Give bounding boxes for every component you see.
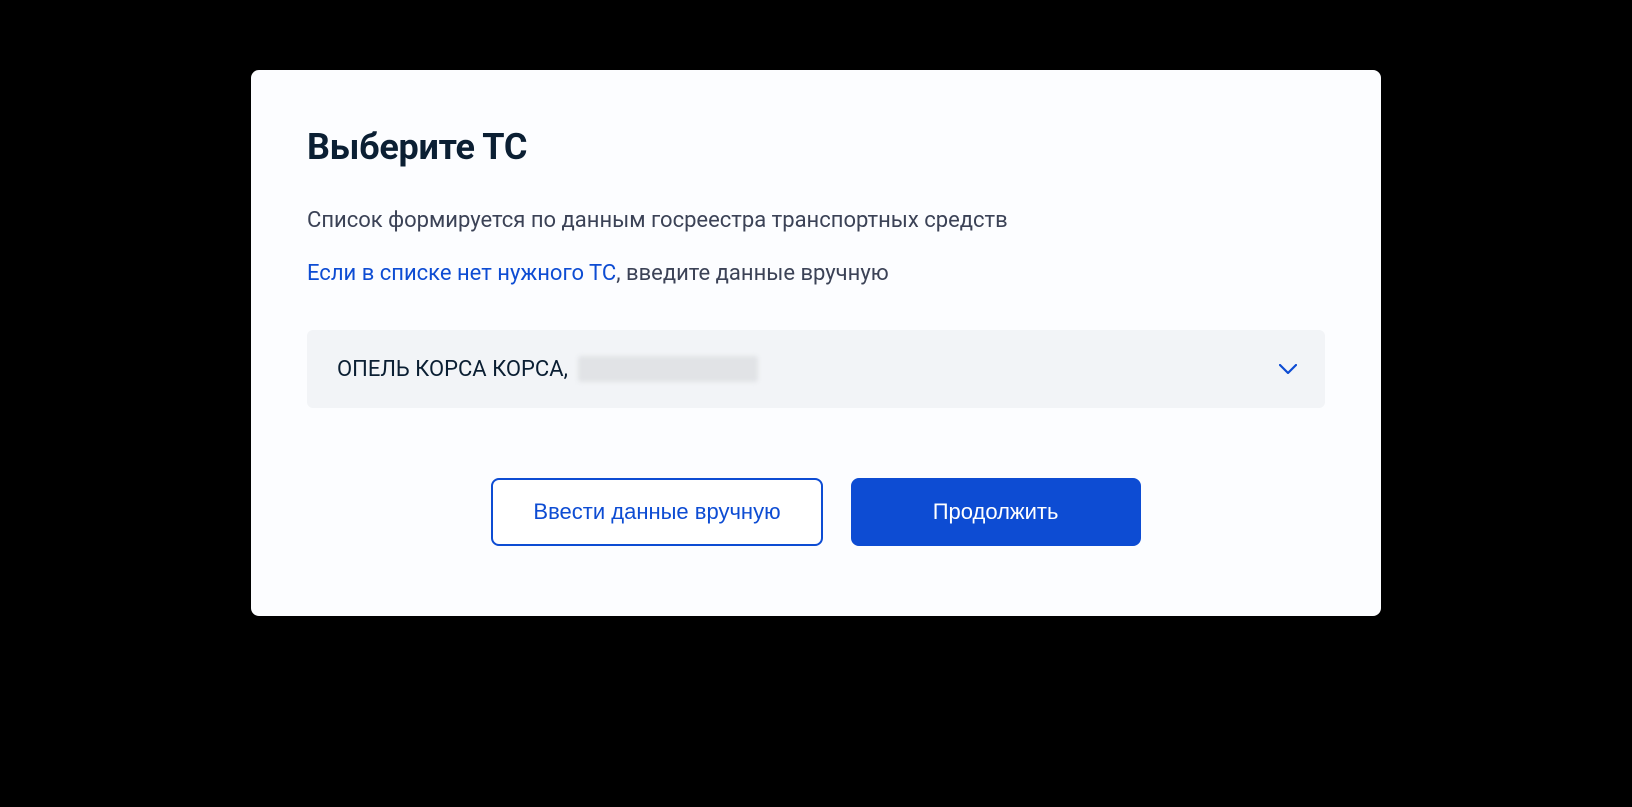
continue-button[interactable]: Продолжить [851, 478, 1141, 546]
manual-entry-button[interactable]: Ввести данные вручную [491, 478, 822, 546]
select-value: ОПЕЛЬ КОРСА КОРСА, [337, 357, 568, 382]
page-title: Выберите ТС [307, 126, 1325, 168]
vehicle-select-card: Выберите ТС Список формируется по данным… [251, 70, 1381, 616]
hint-text: Если в списке нет нужного ТС, введите да… [307, 257, 1325, 290]
vehicle-select-dropdown[interactable]: ОПЕЛЬ КОРСА КОРСА, [307, 330, 1325, 408]
hint-rest-text: , введите данные вручную [616, 261, 889, 286]
description-text: Список формируется по данным госреестра … [307, 204, 1325, 237]
redacted-placeholder [578, 356, 758, 382]
manual-entry-link[interactable]: Если в списке нет нужного ТС [307, 261, 616, 286]
select-content: ОПЕЛЬ КОРСА КОРСА, [337, 356, 758, 382]
chevron-down-icon [1279, 360, 1297, 378]
button-row: Ввести данные вручную Продолжить [307, 478, 1325, 546]
